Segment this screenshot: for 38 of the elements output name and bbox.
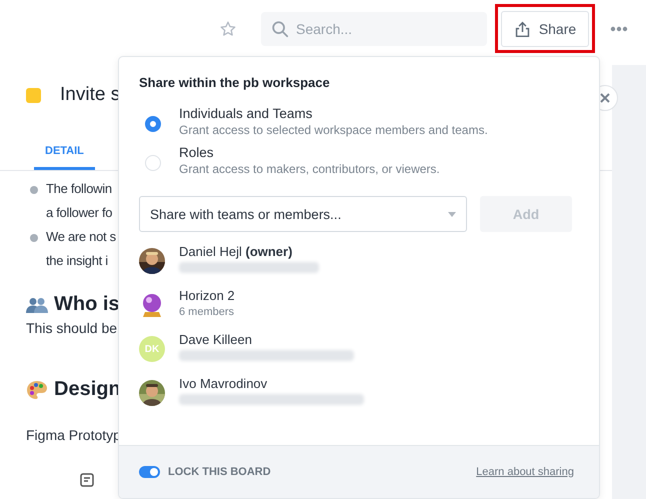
detail-tab[interactable]: DETAIL xyxy=(34,134,95,170)
more-icon[interactable] xyxy=(610,26,628,32)
member-select[interactable]: Share with teams or members... xyxy=(139,196,467,232)
body-text: This should be xyxy=(26,320,118,336)
people-icon xyxy=(26,296,48,312)
sharing-link[interactable]: Learn about sharing xyxy=(476,466,574,478)
body-text: The followin xyxy=(46,180,112,198)
option-label: Roles xyxy=(179,145,215,160)
popup-title: Share within the pb workspace xyxy=(139,75,330,90)
body-text: the insight i xyxy=(46,252,109,270)
status-square xyxy=(26,88,41,102)
option-description: Grant access to makers, contributors, or viewers. xyxy=(179,162,440,176)
calendar-icon xyxy=(80,473,94,487)
close-icon xyxy=(600,93,610,103)
member-count: 6 members xyxy=(179,306,235,318)
member-name: Daniel Hejl (owner) xyxy=(179,244,294,259)
star-icon[interactable] xyxy=(219,20,237,38)
bullet-dot xyxy=(30,186,38,194)
member-name: Ivo Mavrodinov xyxy=(179,376,268,391)
option-description: Grant access to selected workspace members and teams. xyxy=(179,123,488,137)
section-heading: Who is xyxy=(54,293,120,316)
body-text: We are not s xyxy=(46,228,116,246)
member-name: Horizon 2 xyxy=(179,288,235,303)
palette-icon xyxy=(26,380,48,400)
initials-avatar: DK xyxy=(139,336,165,362)
member-name: Dave Killeen xyxy=(179,332,253,347)
search-icon xyxy=(271,20,289,38)
section-heading: Design xyxy=(54,378,121,401)
toggle-label: LOCK THIS BOARD xyxy=(168,466,271,478)
share-button[interactable]: Share xyxy=(501,11,589,47)
radio-button[interactable] xyxy=(145,116,161,132)
lock-toggle[interactable] xyxy=(139,466,160,478)
body-text: a follower fo xyxy=(46,204,112,222)
search-field[interactable]: Search... xyxy=(261,12,487,46)
share-icon xyxy=(514,20,531,38)
option-label: Individuals and Teams xyxy=(179,106,314,121)
caret-icon xyxy=(448,212,456,216)
bullet-dot xyxy=(30,234,38,242)
